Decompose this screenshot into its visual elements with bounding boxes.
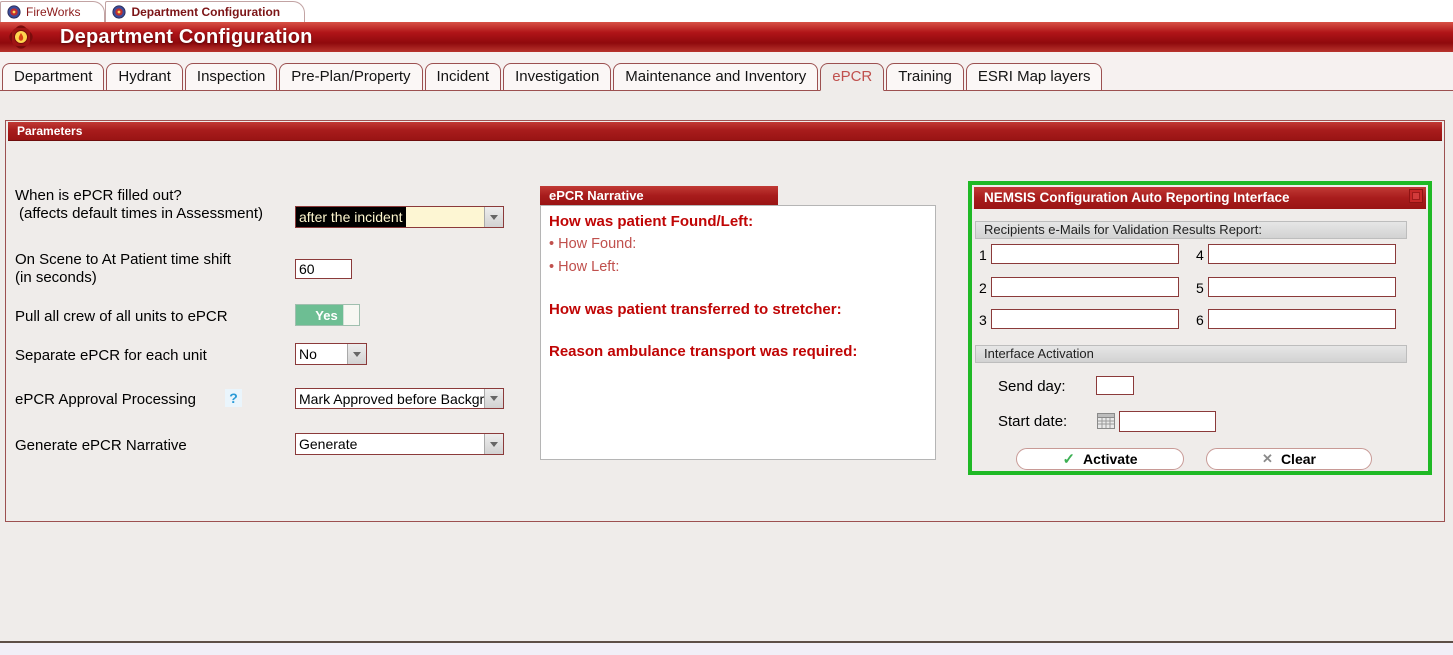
email-slot-number: 3 bbox=[979, 312, 987, 328]
separate-epcr-dropdown-value: No bbox=[296, 344, 347, 364]
email-slot-number: 1 bbox=[979, 247, 987, 263]
check-icon: ✓ bbox=[1062, 450, 1075, 468]
nemsis-panel-header: NEMSIS Configuration Auto Reporting Inte… bbox=[974, 187, 1426, 209]
start-date-label: Start date: bbox=[998, 413, 1067, 431]
send-day-label: Send day: bbox=[998, 378, 1066, 396]
time-shift-label: On Scene to At Patient time shift (in se… bbox=[15, 251, 231, 287]
parameters-groupbox: Parameters When is ePCR filled out? (aff… bbox=[5, 120, 1445, 522]
when-epcr-dropdown-value: after the incident bbox=[296, 207, 406, 227]
tab-hydrant[interactable]: Hydrant bbox=[106, 63, 183, 90]
page-title: Department Configuration bbox=[60, 26, 313, 49]
pull-crew-toggle[interactable]: Yes bbox=[295, 304, 360, 326]
when-epcr-label: When is ePCR filled out? (affects defaul… bbox=[15, 187, 263, 223]
tab-esri-map-layers[interactable]: ESRI Map layers bbox=[966, 63, 1103, 90]
tab-epcr[interactable]: ePCR bbox=[820, 63, 884, 91]
tab-training[interactable]: Training bbox=[886, 63, 964, 90]
approval-processing-dropdown[interactable]: Mark Approved before Backgr bbox=[295, 388, 504, 409]
fireworks-badge-icon bbox=[7, 5, 21, 19]
separate-epcr-label: Separate ePCR for each unit bbox=[15, 347, 207, 365]
calendar-icon[interactable] bbox=[1097, 413, 1115, 429]
email-input-2[interactable] bbox=[991, 277, 1179, 297]
nemsis-config-panel: NEMSIS Configuration Auto Reporting Inte… bbox=[968, 181, 1432, 475]
email-slot-number: 6 bbox=[1196, 312, 1204, 328]
email-input-4[interactable] bbox=[1208, 244, 1396, 264]
email-input-5[interactable] bbox=[1208, 277, 1396, 297]
generate-narrative-dropdown[interactable]: Generate bbox=[295, 433, 504, 455]
narrative-heading: How was patient Found/Left: bbox=[549, 211, 927, 233]
help-icon[interactable]: ? bbox=[225, 389, 242, 407]
clear-button[interactable]: ✕ Clear bbox=[1206, 448, 1372, 470]
window-tab-fireworks[interactable]: FireWorks bbox=[0, 1, 105, 22]
email-input-6[interactable] bbox=[1208, 309, 1396, 329]
footer-strip bbox=[0, 643, 1453, 655]
close-icon[interactable] bbox=[1409, 189, 1423, 203]
parameters-header: Parameters bbox=[8, 122, 1442, 141]
window-tab-label: Department Configuration bbox=[131, 5, 280, 19]
narrative-bullet: How Left: bbox=[549, 256, 927, 279]
approval-processing-label: ePCR Approval Processing bbox=[15, 391, 196, 409]
recipients-section-header: Recipients e-Mails for Validation Result… bbox=[975, 221, 1407, 239]
tab-incident[interactable]: Incident bbox=[425, 63, 502, 90]
email-slot-number: 4 bbox=[1196, 247, 1204, 263]
epcr-narrative-textarea[interactable]: How was patient Found/Left: How Found: H… bbox=[540, 205, 936, 460]
generate-narrative-label: Generate ePCR Narrative bbox=[15, 437, 187, 455]
x-icon: ✕ bbox=[1262, 451, 1273, 467]
chevron-down-icon[interactable] bbox=[484, 434, 503, 454]
window-tab-bar: FireWorks Department Configuration bbox=[0, 0, 1453, 22]
title-gap-strip bbox=[0, 52, 1453, 60]
window-tab-department-configuration[interactable]: Department Configuration bbox=[105, 1, 305, 22]
department-badge-icon bbox=[112, 5, 126, 19]
start-date-input[interactable] bbox=[1119, 411, 1216, 432]
email-input-3[interactable] bbox=[991, 309, 1179, 329]
tab-inspection[interactable]: Inspection bbox=[185, 63, 277, 90]
interface-activation-header: Interface Activation bbox=[975, 345, 1407, 363]
approval-processing-dropdown-value: Mark Approved before Backgr bbox=[296, 389, 484, 408]
tab-pre-plan-property[interactable]: Pre-Plan/Property bbox=[279, 63, 422, 90]
narrative-heading: Reason ambulance transport was required: bbox=[549, 341, 927, 363]
fire-department-logo-icon bbox=[7, 23, 35, 51]
when-epcr-dropdown[interactable]: after the incident bbox=[295, 206, 504, 228]
narrative-bullet: How Found: bbox=[549, 233, 927, 256]
send-day-input[interactable] bbox=[1096, 376, 1134, 395]
time-shift-input[interactable] bbox=[295, 259, 352, 279]
toggle-value-label: Yes bbox=[296, 308, 343, 323]
chevron-down-icon[interactable] bbox=[347, 344, 366, 364]
activate-button-label: Activate bbox=[1083, 451, 1137, 467]
narrative-heading: How was patient transferred to stretcher… bbox=[549, 299, 927, 321]
toggle-knob bbox=[343, 305, 359, 325]
email-slot-number: 5 bbox=[1196, 280, 1204, 296]
activate-button[interactable]: ✓ Activate bbox=[1016, 448, 1184, 470]
epcr-narrative-header: ePCR Narrative bbox=[540, 186, 778, 205]
chevron-down-icon[interactable] bbox=[484, 389, 503, 408]
title-bar: Department Configuration bbox=[0, 22, 1453, 52]
content-area: Parameters When is ePCR filled out? (aff… bbox=[0, 91, 1453, 641]
chevron-down-icon[interactable] bbox=[484, 207, 503, 227]
pull-crew-label: Pull all crew of all units to ePCR bbox=[15, 308, 228, 326]
tab-investigation[interactable]: Investigation bbox=[503, 63, 611, 90]
nav-tab-strip: Department Hydrant Inspection Pre-Plan/P… bbox=[0, 60, 1453, 91]
email-slot-number: 2 bbox=[979, 280, 987, 296]
tab-department[interactable]: Department bbox=[2, 63, 104, 90]
clear-button-label: Clear bbox=[1281, 451, 1316, 467]
email-input-1[interactable] bbox=[991, 244, 1179, 264]
window-tab-label: FireWorks bbox=[26, 5, 80, 19]
generate-narrative-dropdown-value: Generate bbox=[296, 434, 484, 454]
separate-epcr-dropdown[interactable]: No bbox=[295, 343, 367, 365]
tab-maintenance-and-inventory[interactable]: Maintenance and Inventory bbox=[613, 63, 818, 90]
